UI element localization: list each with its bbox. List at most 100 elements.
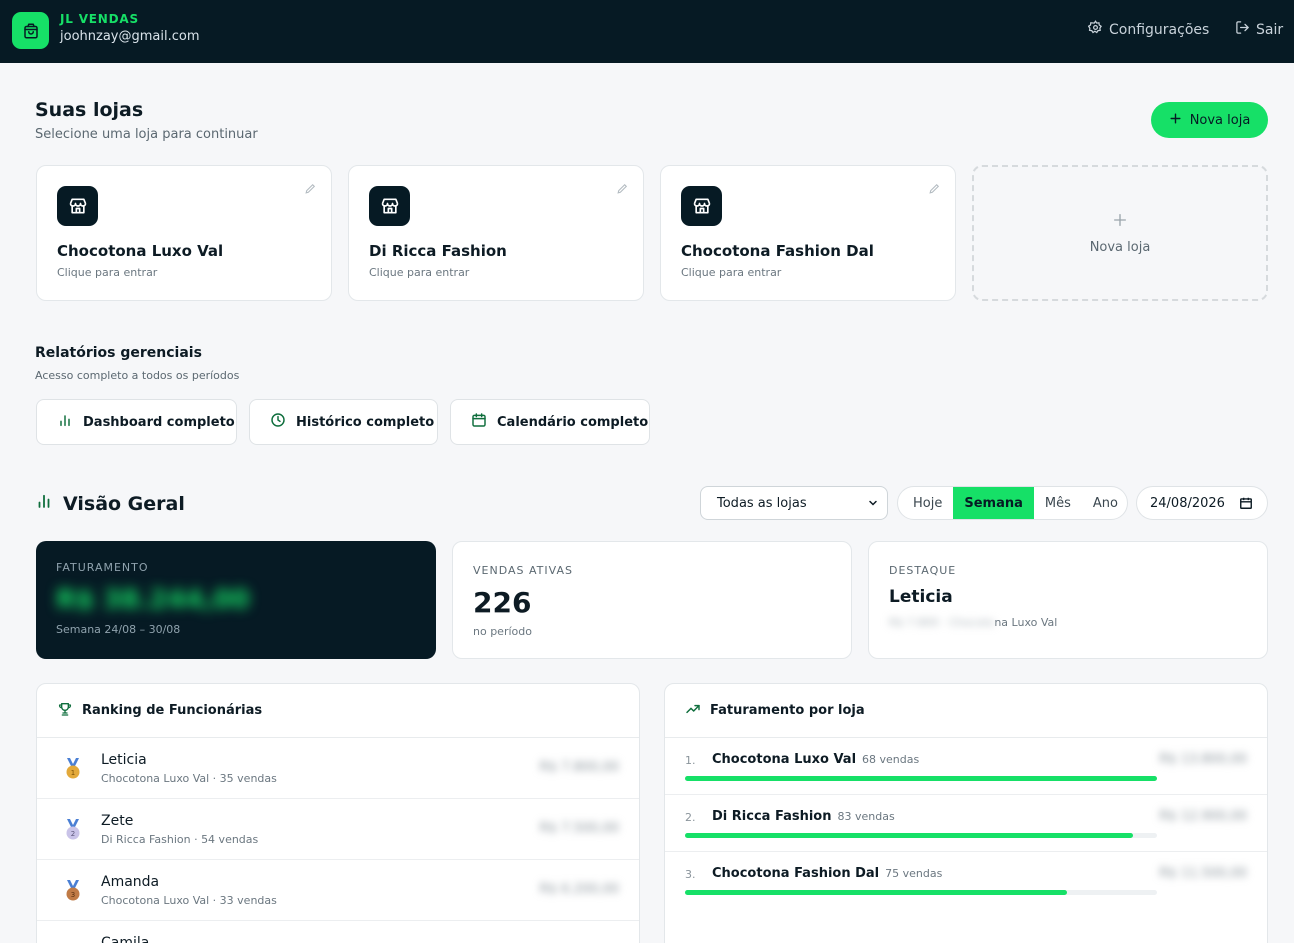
store-rank: 3.: [685, 868, 696, 881]
date-picker[interactable]: 24/08/2026: [1136, 486, 1268, 520]
active-sales-note: no período: [473, 625, 532, 638]
store-revenue-name-text: Chocotona Luxo Val: [712, 752, 857, 767]
revenue-card: FATURAMENTO R$ 38.244,00 Semana 24/08 – …: [36, 541, 436, 659]
store-name: Chocotona Luxo Val: [57, 242, 224, 260]
store-card[interactable]: Chocotona Fashion Dal Clique para entrar: [660, 165, 956, 301]
revenue-by-store-title: Faturamento por loja: [710, 703, 865, 718]
silver-medal-icon: 2: [64, 819, 82, 845]
ranking-header: Ranking de Funcionárias: [37, 684, 639, 738]
revenue-value: R$ 38.244,00: [56, 585, 250, 615]
pencil-icon[interactable]: [304, 180, 317, 199]
store-revenue-bar-track: [685, 833, 1157, 838]
svg-text:1: 1: [71, 769, 75, 777]
store-revenue-row: 3. Chocotona Fashion Dal 75 vendas R$ 11.…: [665, 852, 1267, 909]
period-month[interactable]: Mês: [1034, 487, 1082, 519]
overview-title: Visão Geral: [35, 492, 185, 515]
ranking-row: 2 Zete Di Ricca Fashion · 54 vendas R$ 7…: [37, 799, 639, 860]
store-hint: Clique para entrar: [681, 266, 782, 279]
employee-name: Zete: [101, 813, 134, 829]
settings-label: Configurações: [1109, 21, 1210, 38]
bronze-medal-icon: 3: [64, 880, 82, 906]
logout-icon: [1235, 20, 1250, 39]
ranking-panel: Ranking de Funcionárias 1 Leticia Chocot…: [36, 683, 640, 943]
reports-subtitle: Acesso completo a todos os períodos: [35, 369, 240, 382]
highlight-name: Leticia: [889, 587, 953, 607]
employee-revenue: R$ 7.500,00: [539, 821, 619, 836]
employee-name: Amanda: [101, 874, 160, 890]
settings-button[interactable]: Configurações: [1087, 20, 1210, 39]
highlight-label: DESTAQUE: [889, 564, 957, 577]
highlight-detail-hidden: R$ 7.800 · Chocoto: [889, 616, 995, 629]
store-icon: [369, 186, 410, 226]
store-revenue-name: Chocotona Fashion Dal 75 vendas: [712, 866, 942, 881]
revenue-by-store-panel: Faturamento por loja 1. Chocotona Luxo V…: [664, 683, 1268, 943]
add-store-card[interactable]: Nova loja: [972, 165, 1268, 301]
new-store-button[interactable]: Nova loja: [1151, 102, 1268, 138]
store-revenue-bar-track: [685, 776, 1157, 781]
store-filter-select[interactable]: Todas as lojas: [700, 486, 888, 520]
overview-title-text: Visão Geral: [63, 492, 185, 515]
bar-chart-icon: [35, 492, 53, 515]
store-revenue-row: 1. Chocotona Luxo Val 68 vendas R$ 13.800…: [665, 738, 1267, 795]
clock-icon: [270, 412, 286, 432]
store-revenue-bar-track: [685, 890, 1157, 895]
period-week[interactable]: Semana: [953, 487, 1034, 519]
plus-icon: [1112, 212, 1128, 232]
store-revenue-bar: [685, 890, 1068, 895]
period-toggle: Hoje Semana Mês Ano: [897, 486, 1128, 520]
reports-title: Relatórios gerenciais: [35, 345, 202, 361]
calendar-label: Calendário completo: [497, 414, 649, 430]
history-button[interactable]: Histórico completo: [249, 399, 438, 445]
active-sales-value: 226: [473, 586, 532, 619]
plus-icon: [1169, 112, 1182, 129]
store-icon: [681, 186, 722, 226]
store-sales-count: 75 vendas: [885, 867, 943, 880]
store-revenue-value: R$ 12.900,00: [1159, 809, 1247, 824]
shopping-bag-icon: [12, 12, 49, 49]
gold-medal-icon: 1: [64, 758, 82, 784]
store-revenue-name-text: Di Ricca Fashion: [712, 809, 832, 824]
store-card[interactable]: Chocotona Luxo Val Clique para entrar: [36, 165, 332, 301]
store-sales-count: 83 vendas: [837, 810, 895, 823]
period-today[interactable]: Hoje: [902, 487, 953, 519]
store-revenue-value: R$ 13.800,00: [1159, 752, 1247, 767]
store-revenue-name-text: Chocotona Fashion Dal: [712, 866, 880, 881]
store-rank: 1.: [685, 754, 696, 767]
store-revenue-name: Di Ricca Fashion 83 vendas: [712, 809, 895, 824]
bar-chart-icon: [57, 412, 73, 432]
calendar-button[interactable]: Calendário completo: [450, 399, 650, 445]
brand-name: JL VENDAS: [60, 12, 139, 26]
revenue-period: Semana 24/08 – 30/08: [56, 623, 181, 636]
pencil-icon[interactable]: [928, 180, 941, 199]
store-sales-count: 68 vendas: [862, 753, 920, 766]
employee-detail: Di Ricca Fashion · 54 vendas: [101, 833, 259, 846]
employee-detail: Chocotona Luxo Val · 33 vendas: [101, 894, 277, 907]
employee-name: Leticia: [101, 752, 147, 768]
employee-name: Camila: [101, 935, 150, 943]
highlight-detail: R$ 7.800 · Chocotona Luxo Val: [889, 616, 1057, 629]
store-card[interactable]: Di Ricca Fashion Clique para entrar: [348, 165, 644, 301]
dashboard-button[interactable]: Dashboard completo: [36, 399, 237, 445]
revenue-label: FATURAMENTO: [56, 561, 149, 574]
highlight-detail-visible: na Luxo Val: [994, 616, 1058, 629]
pencil-icon[interactable]: [616, 180, 629, 199]
ranking-row: 1 Leticia Chocotona Luxo Val · 35 vendas…: [37, 738, 639, 799]
ranking-row: Camila: [37, 921, 639, 943]
employee-revenue: R$ 7.800,00: [539, 760, 619, 775]
calendar-icon: [471, 412, 487, 432]
store-hint: Clique para entrar: [369, 266, 470, 279]
svg-text:2: 2: [71, 830, 75, 838]
logout-label: Sair: [1256, 21, 1284, 38]
store-hint: Clique para entrar: [57, 266, 158, 279]
highlight-card: DESTAQUE Leticia R$ 7.800 · Chocotona Lu…: [868, 541, 1268, 659]
new-store-label: Nova loja: [1189, 112, 1251, 128]
history-label: Histórico completo: [296, 414, 435, 430]
store-icon: [57, 186, 98, 226]
top-bar: JL VENDAS joohnzay@gmail.com Configuraçõ…: [0, 0, 1294, 63]
period-year[interactable]: Ano: [1082, 487, 1127, 519]
calendar-icon[interactable]: [1239, 496, 1253, 514]
revenue-by-store-header: Faturamento por loja: [665, 684, 1267, 738]
employee-detail: Chocotona Luxo Val · 35 vendas: [101, 772, 277, 785]
svg-text:3: 3: [71, 891, 75, 899]
logout-button[interactable]: Sair: [1235, 20, 1283, 39]
